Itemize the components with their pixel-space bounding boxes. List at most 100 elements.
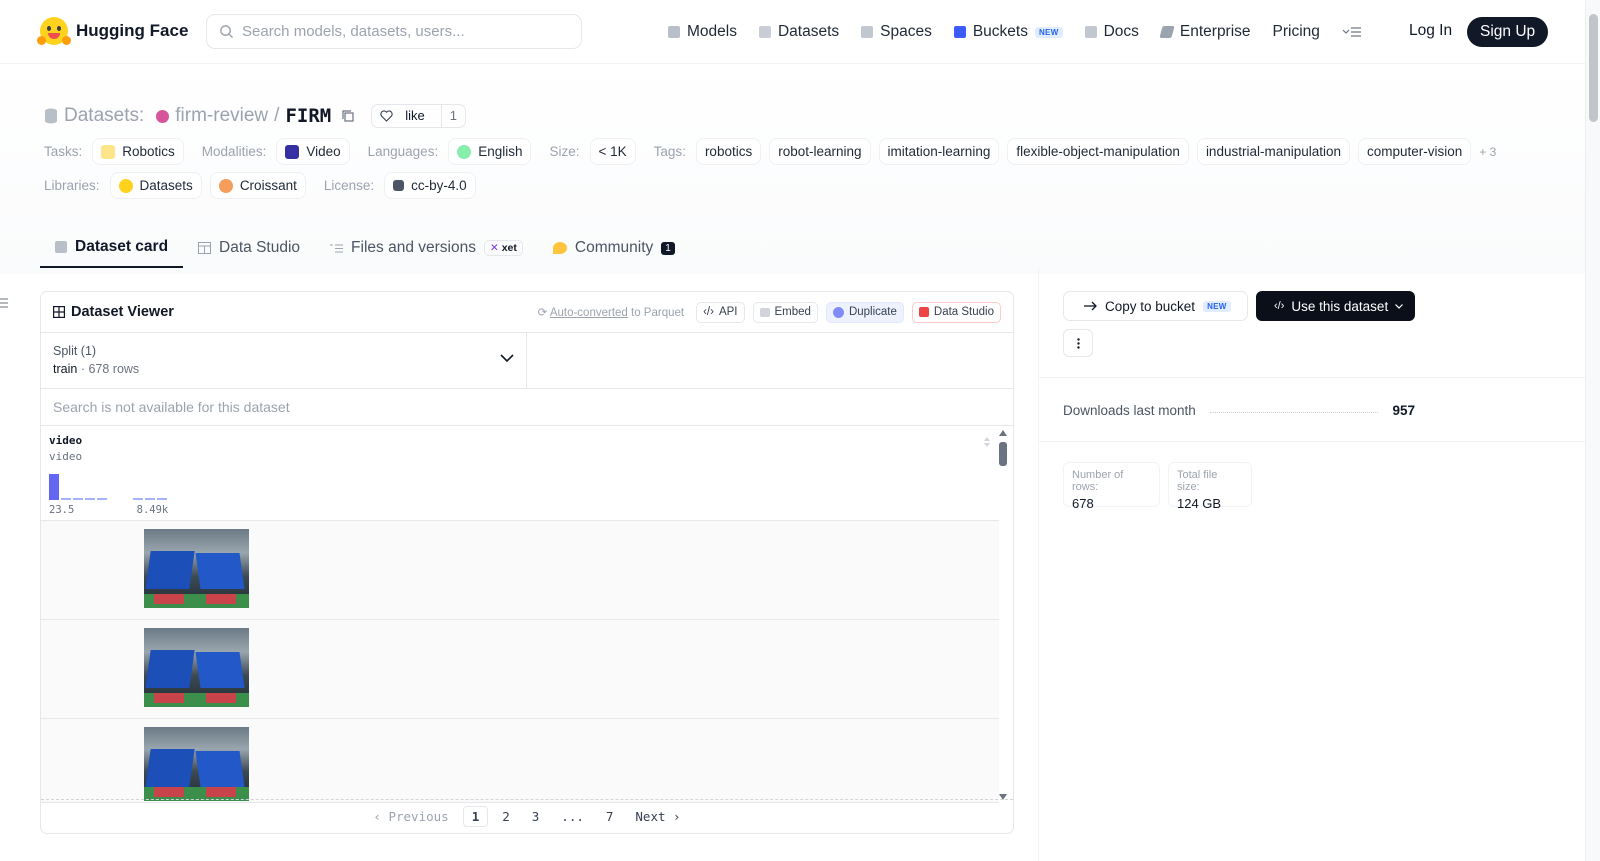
histogram-bar[interactable] — [145, 498, 155, 500]
page-title: Datasets: firm-review / FIRM like 1 — [44, 104, 466, 128]
license-tag[interactable]: cc-by-4.0 — [384, 172, 476, 199]
nav-pricing[interactable]: Pricing — [1273, 23, 1320, 41]
prev-page-button[interactable]: ‹ Previous — [365, 807, 456, 826]
task-tag-robotics[interactable]: Robotics — [92, 138, 184, 165]
column-header-video[interactable]: video video 23.5 8.49k — [41, 426, 999, 521]
histogram-bar[interactable] — [61, 498, 71, 500]
tag-imitation-learning[interactable]: imitation-learning — [878, 138, 1000, 165]
brand-logo[interactable]: Hugging Face — [37, 17, 188, 45]
nav-enterprise[interactable]: Enterprise — [1159, 23, 1251, 41]
embed-button[interactable]: Embed — [752, 301, 818, 323]
license-tag-label: cc-by-4.0 — [411, 178, 467, 193]
viewer-title: Dataset Viewer — [53, 304, 174, 320]
nav-docs[interactable]: Docs — [1084, 23, 1139, 41]
search-input[interactable] — [242, 23, 562, 40]
tab-files-label: Files and versions — [351, 239, 476, 256]
tab-files-and-versions[interactable]: Files and versions ✕ xet — [315, 228, 538, 268]
rows-stat-value: 678 — [1072, 496, 1094, 511]
scroll-up-icon[interactable] — [999, 430, 1007, 436]
page-2[interactable]: 2 — [494, 807, 518, 826]
table-row — [41, 719, 999, 803]
tags-label: Tags: — [653, 144, 686, 159]
toc-toggle-icon[interactable] — [0, 298, 8, 308]
tag-computer-vision[interactable]: computer-vision — [1358, 138, 1472, 165]
nav-models[interactable]: Models — [668, 23, 737, 41]
table-icon — [53, 306, 65, 318]
xet-badge: ✕ xet — [483, 240, 523, 256]
histogram-min: 23.5 — [49, 504, 75, 516]
api-button-label: API — [718, 306, 738, 318]
video-thumbnail[interactable] — [144, 727, 249, 801]
auto-converted-note: ⟳ Auto-converted to Parquet — [538, 305, 684, 319]
downloads-value: 957 — [1392, 403, 1415, 418]
copy-to-bucket-button[interactable]: Copy to bucket NEW — [1063, 291, 1248, 321]
auto-converted-link[interactable]: Auto-converted — [550, 307, 628, 319]
copy-icon[interactable] — [341, 109, 355, 123]
histogram-bar[interactable] — [97, 498, 107, 500]
library-tag-croissant[interactable]: Croissant — [209, 172, 306, 199]
tab-dataset-card[interactable]: Dataset card — [40, 228, 184, 268]
use-this-dataset-label: Use this dataset — [1291, 298, 1389, 314]
duplicate-icon — [832, 306, 844, 318]
data-studio-button-label: Data Studio — [933, 306, 994, 318]
org-link[interactable]: firm-review — [175, 105, 268, 127]
top-navbar: Hugging Face Models Datasets Spaces Buck… — [0, 0, 1585, 64]
libraries-label: Libraries: — [44, 178, 100, 193]
duplicate-button[interactable]: Duplicate — [825, 301, 904, 323]
hugging-face-emoji-icon — [37, 17, 71, 45]
tag-industrial-manipulation[interactable]: industrial-manipulation — [1196, 138, 1351, 165]
tab-data-studio[interactable]: Data Studio — [183, 228, 315, 268]
signup-button[interactable]: Sign Up — [1467, 17, 1549, 47]
split-row: Split (1) train · 678 rows — [41, 333, 1013, 389]
database-icon — [45, 108, 57, 124]
histogram-bar[interactable] — [85, 498, 95, 500]
login-link[interactable]: Log In — [1409, 22, 1452, 40]
tag-robot-learning[interactable]: robot-learning — [769, 138, 871, 165]
downloads-sparkline — [1209, 412, 1379, 413]
library-tag-datasets[interactable]: Datasets — [109, 172, 202, 199]
nav-spaces[interactable]: Spaces — [861, 23, 932, 41]
nav-more-menu[interactable] — [1342, 25, 1362, 39]
data-studio-button[interactable]: Data Studio — [911, 301, 1001, 323]
video-thumbnail[interactable] — [144, 529, 249, 608]
tag-robotics[interactable]: robotics — [695, 138, 762, 165]
more-options-button[interactable] — [1063, 329, 1093, 357]
split-selector[interactable]: Split (1) train · 678 rows — [41, 333, 527, 388]
page-scroll-thumb[interactable] — [1589, 14, 1598, 122]
more-tags-link[interactable]: + 3 — [1479, 145, 1496, 159]
histogram-bar[interactable] — [73, 498, 83, 500]
language-tag-english[interactable]: English — [448, 138, 532, 165]
histogram-bar[interactable] — [133, 498, 143, 500]
nav-buckets[interactable]: Buckets NEW — [953, 23, 1063, 41]
tab-community[interactable]: Community 1 — [538, 228, 690, 268]
histogram-bar[interactable] — [157, 498, 167, 500]
use-this-dataset-button[interactable]: ‹/› Use this dataset — [1256, 291, 1415, 321]
page-3[interactable]: 3 — [524, 807, 548, 826]
filesize-stat-value: 124 GB — [1177, 496, 1222, 511]
api-button[interactable]: ‹/› API — [696, 301, 745, 323]
database-icon — [758, 26, 771, 38]
nav-datasets[interactable]: Datasets — [758, 23, 839, 41]
page-scrollbar[interactable] — [1585, 0, 1600, 861]
modality-tag-video[interactable]: Video — [276, 138, 350, 165]
page-1[interactable]: 1 — [462, 806, 489, 827]
like-button[interactable]: like 1 — [371, 104, 466, 128]
copy-to-bucket-label: Copy to bucket — [1105, 298, 1196, 314]
duplicate-button-label: Duplicate — [848, 306, 897, 318]
tag-flexible-object-manipulation[interactable]: flexible-object-manipulation — [1007, 138, 1189, 165]
table-row — [41, 620, 999, 719]
video-thumbnail[interactable] — [144, 628, 249, 707]
table-scrollbar[interactable] — [999, 430, 1007, 800]
tab-community-label: Community — [574, 239, 654, 256]
repo-name[interactable]: FIRM — [285, 105, 331, 127]
dataset-viewer: Dataset Viewer ⟳ Auto-converted to Parqu… — [40, 291, 1014, 834]
cube-icon — [668, 26, 680, 38]
size-tag[interactable]: < 1K — [589, 138, 636, 165]
next-page-button[interactable]: Next › — [627, 807, 688, 826]
page-7[interactable]: 7 — [598, 807, 622, 826]
search-box[interactable] — [206, 14, 582, 49]
sort-icon[interactable] — [983, 436, 991, 448]
table-scroll-thumb[interactable] — [999, 442, 1007, 466]
license-label: License: — [323, 178, 375, 193]
histogram-bar[interactable] — [49, 474, 59, 500]
